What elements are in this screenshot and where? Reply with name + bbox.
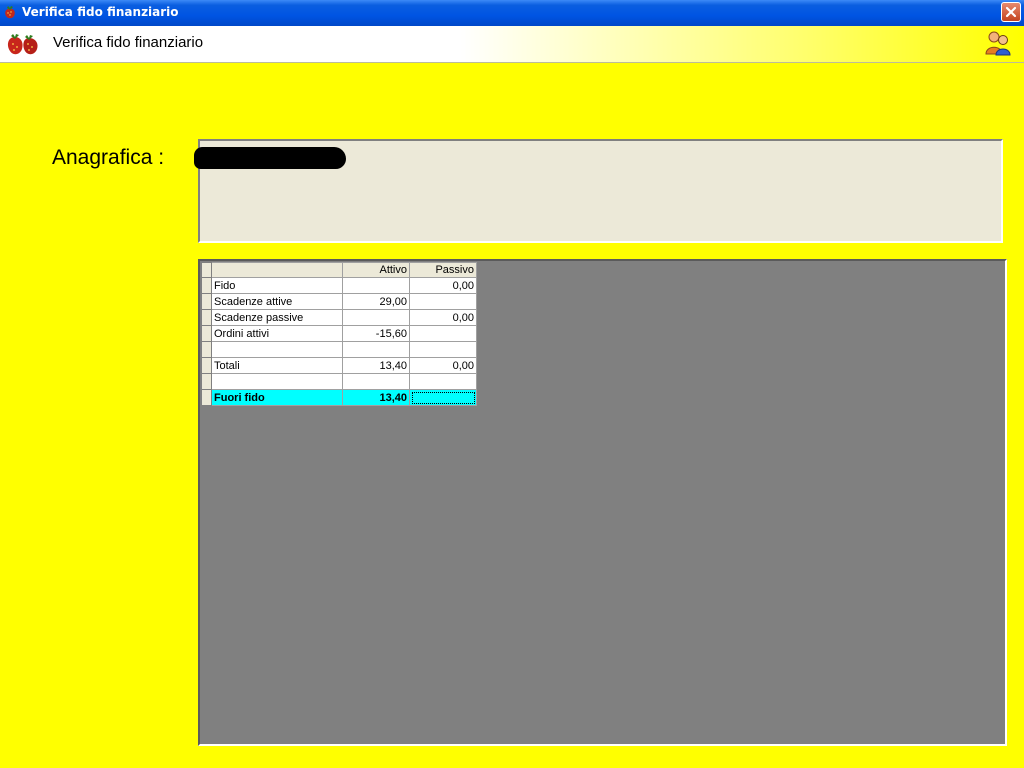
cell-attivo[interactable] (342, 277, 410, 294)
fido-grid[interactable]: Attivo Passivo Fido 0,00 Scadenze attive… (201, 262, 477, 406)
table-row: Scadenze passive 0,00 (201, 309, 477, 326)
cell-passivo[interactable]: 0,00 (409, 309, 477, 326)
window-title: Verifica fido finanziario (22, 5, 179, 19)
row-label[interactable]: Ordini attivi (211, 325, 343, 342)
cell-passivo-focused[interactable] (409, 389, 477, 406)
cell-passivo[interactable]: 0,00 (409, 277, 477, 294)
cell-passivo[interactable] (409, 293, 477, 310)
column-header-attivo[interactable]: Attivo (342, 262, 410, 278)
table-row (201, 373, 477, 390)
cell-attivo[interactable] (342, 373, 410, 390)
anagrafica-label: Anagrafica : (52, 146, 165, 169)
cell-attivo[interactable] (342, 309, 410, 326)
row-selector[interactable] (201, 325, 212, 342)
table-row-fuori-fido: Fuori fido 13,40 (201, 389, 477, 406)
row-label[interactable]: Scadenze passive (211, 309, 343, 326)
cell-attivo[interactable]: 13,40 (342, 389, 410, 406)
row-label[interactable]: Scadenze attive (211, 293, 343, 310)
row-selector[interactable] (201, 277, 212, 294)
cell-passivo[interactable]: 0,00 (409, 357, 477, 374)
title-bar: Verifica fido finanziario (0, 0, 1024, 26)
table-row: Totali 13,40 0,00 (201, 357, 477, 374)
table-row: Scadenze attive 29,00 (201, 293, 477, 310)
row-selector[interactable] (201, 293, 212, 310)
column-header-label[interactable] (211, 262, 343, 278)
grid-header-row: Attivo Passivo (201, 262, 477, 278)
close-button[interactable] (1001, 2, 1021, 22)
column-header-passivo[interactable]: Passivo (409, 262, 477, 278)
cell-attivo[interactable] (342, 341, 410, 358)
page-title: Verifica fido finanziario (53, 34, 204, 51)
close-icon (1005, 6, 1017, 18)
header-band: Verifica fido finanziario (0, 26, 1024, 63)
row-selector-header[interactable] (201, 262, 212, 278)
cell-attivo[interactable]: 29,00 (342, 293, 410, 310)
row-label[interactable]: Totali (211, 357, 343, 374)
row-label[interactable] (211, 373, 343, 390)
row-label[interactable]: Fuori fido (211, 389, 343, 406)
row-selector[interactable] (201, 309, 212, 326)
users-icon[interactable] (984, 30, 1012, 56)
cell-attivo[interactable]: 13,40 (342, 357, 410, 374)
table-row: Fido 0,00 (201, 277, 477, 294)
table-row: Ordini attivi -15,60 (201, 325, 477, 342)
cell-passivo[interactable] (409, 325, 477, 342)
cell-passivo[interactable] (409, 373, 477, 390)
cell-attivo[interactable]: -15,60 (342, 325, 410, 342)
row-selector[interactable] (201, 389, 212, 406)
table-row (201, 341, 477, 358)
row-selector[interactable] (201, 341, 212, 358)
row-label[interactable] (211, 341, 343, 358)
anagrafica-field[interactable] (194, 139, 1003, 243)
cell-passivo[interactable] (409, 341, 477, 358)
redacted-value (194, 147, 346, 169)
strawberries-icon (7, 34, 38, 55)
row-selector[interactable] (201, 373, 212, 390)
row-selector[interactable] (201, 357, 212, 374)
strawberry-icon (5, 6, 15, 19)
row-label[interactable]: Fido (211, 277, 343, 294)
grid-panel: Attivo Passivo Fido 0,00 Scadenze attive… (198, 259, 1007, 746)
